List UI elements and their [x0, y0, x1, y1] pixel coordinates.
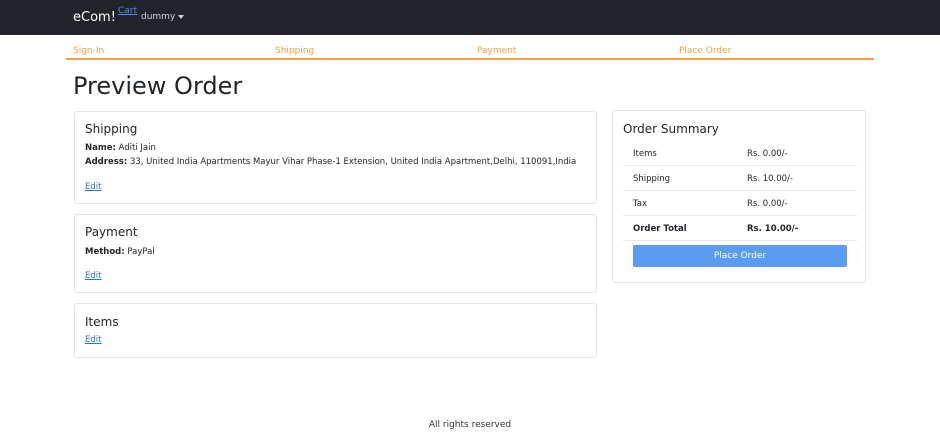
- items-card: Items Edit: [74, 303, 597, 358]
- place-order-button[interactable]: Place Order: [633, 245, 847, 267]
- payment-method: Method: PayPal: [85, 247, 155, 257]
- summary-row-shipping: Shipping Rs. 10.00/-: [623, 166, 857, 191]
- summary-row-total: Order Total Rs. 10.00/-: [623, 216, 857, 241]
- caret-down-icon: [178, 15, 185, 19]
- payment-card: Payment Method: PayPal Edit: [74, 214, 597, 293]
- step-payment: Payment: [477, 46, 517, 56]
- name-value: Aditi Jain: [118, 143, 156, 153]
- order-summary-card: Order Summary Items Rs. 0.00/- Shipping …: [612, 110, 866, 283]
- step-shipping: Shipping: [275, 46, 315, 56]
- order-summary-title: Order Summary: [623, 122, 719, 136]
- summary-value: Rs. 10.00/-: [747, 224, 799, 234]
- summary-label: Order Total: [633, 224, 687, 234]
- summary-row-tax: Tax Rs. 0.00/-: [623, 191, 857, 216]
- step-place-order: Place Order: [679, 46, 732, 56]
- method-value: PayPal: [127, 247, 155, 257]
- brand-logo[interactable]: eCom!: [73, 10, 116, 25]
- page-title: Preview Order: [73, 72, 243, 100]
- payment-edit-link[interactable]: Edit: [85, 271, 101, 281]
- name-label: Name:: [85, 143, 116, 153]
- summary-row-items: Items Rs. 0.00/-: [623, 141, 857, 166]
- shipping-card: Shipping Name: Aditi Jain Address: 33, U…: [74, 111, 597, 204]
- summary-value: Rs. 0.00/-: [747, 199, 788, 209]
- items-edit-link[interactable]: Edit: [85, 335, 101, 345]
- shipping-name: Name: Aditi Jain: [85, 143, 156, 153]
- shipping-edit-link[interactable]: Edit: [85, 182, 101, 192]
- summary-value: Rs. 0.00/-: [747, 149, 788, 159]
- user-name: dummy: [141, 12, 176, 22]
- summary-value: Rs. 10.00/-: [747, 174, 794, 184]
- summary-label: Shipping: [633, 174, 671, 184]
- summary-label: Tax: [633, 199, 648, 209]
- footer-text: All rights reserved: [428, 420, 512, 430]
- method-label: Method:: [85, 247, 125, 257]
- shipping-address: Address: 33, United India Apartments May…: [85, 157, 576, 167]
- address-value: 33, United India Apartments Mayur Vihar …: [129, 157, 577, 167]
- shipping-title: Shipping: [85, 122, 138, 136]
- cart-link[interactable]: Cart: [118, 6, 137, 16]
- items-title: Items: [85, 315, 119, 329]
- top-navbar: eCom! Cart dummy: [0, 0, 940, 35]
- summary-label: Items: [633, 149, 657, 159]
- step-sign-in: Sign-In: [73, 46, 105, 56]
- address-label: Address:: [85, 157, 128, 167]
- user-dropdown[interactable]: dummy: [141, 12, 185, 22]
- checkout-steps: Sign-In Shipping Payment Place Order: [66, 44, 874, 60]
- payment-title: Payment: [85, 225, 138, 239]
